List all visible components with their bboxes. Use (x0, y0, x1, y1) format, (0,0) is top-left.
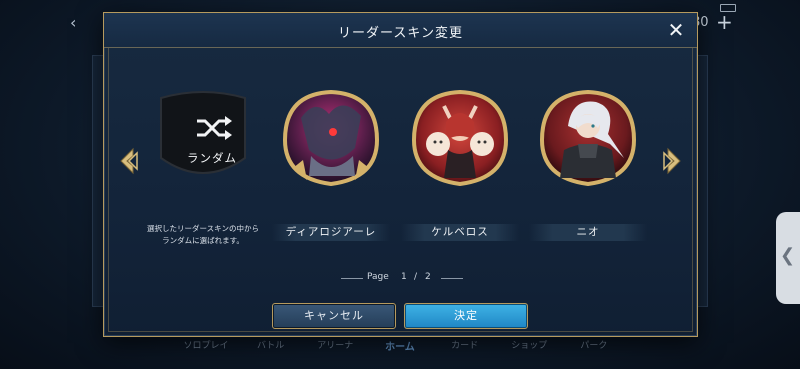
nav-item-card: カード (451, 341, 479, 351)
pager-divider (341, 278, 363, 279)
leader-skin-modal: リーダースキン変更 ✕ ランダム 選択したリーダースキンの中から ランダムに選ば… (103, 12, 698, 337)
skin-name: ニオ (529, 224, 647, 241)
skin-name: ディアロジアーレ (272, 224, 390, 241)
bottom-nav: ソロプレイ バトル アリーナ ホーム カード ショップ パーク (180, 338, 620, 360)
random-description-line-1: 選択したリーダースキンの中から (147, 224, 259, 233)
confirm-button[interactable]: 決定 (404, 303, 528, 329)
random-label: ランダム (187, 151, 237, 165)
skin-cerberus[interactable]: ケルベロス (401, 88, 519, 241)
cancel-button[interactable]: キャンセル (272, 303, 396, 329)
pager-divider (441, 278, 463, 279)
pager-current: 1 (401, 272, 407, 282)
skin-portrait (538, 88, 638, 188)
page-indicator: Page 1 / 2 (329, 271, 472, 285)
skin-name: ケルベロス (401, 224, 519, 241)
skin-portrait (410, 88, 510, 188)
skin-random[interactable]: ランダム 選択したリーダースキンの中から ランダムに選ばれます。 (144, 88, 262, 245)
shuffle-icon (197, 116, 232, 140)
previous-page-arrow-icon[interactable] (117, 147, 139, 175)
next-page-arrow-icon[interactable] (662, 147, 684, 175)
add-currency-icon: + (716, 10, 733, 34)
skin-nio[interactable]: ニオ (529, 88, 647, 241)
skin-diarogiare[interactable]: ディアロジアーレ (272, 88, 390, 241)
random-description-line-2: ランダムに選ばれます。 (162, 236, 244, 245)
modal-title: リーダースキン変更 (338, 26, 463, 41)
pager-label: Page (367, 272, 389, 282)
pager-separator: / (414, 272, 418, 282)
nav-item-park: パーク (580, 341, 608, 351)
pager-total: 2 (425, 272, 431, 282)
random-portrait: ランダム (153, 88, 253, 188)
side-drawer-tab[interactable]: ❮ (776, 212, 800, 304)
nav-item-arena: アリーナ (317, 341, 354, 351)
nav-item-home: ホーム (385, 342, 415, 353)
chevron-left-icon: ❮ (780, 245, 796, 266)
close-icon[interactable]: ✕ (664, 18, 688, 42)
back-arrow-icon: ‹ (70, 13, 77, 32)
nav-item-shop: ショップ (511, 341, 548, 351)
skin-portrait (281, 88, 381, 188)
modal-header: リーダースキン変更 ✕ (104, 13, 697, 48)
nav-item-solo: ソロプレイ (183, 341, 229, 351)
random-description: 選択したリーダースキンの中から ランダムに選ばれます。 (132, 223, 274, 247)
nav-item-battle: バトル (257, 341, 285, 351)
